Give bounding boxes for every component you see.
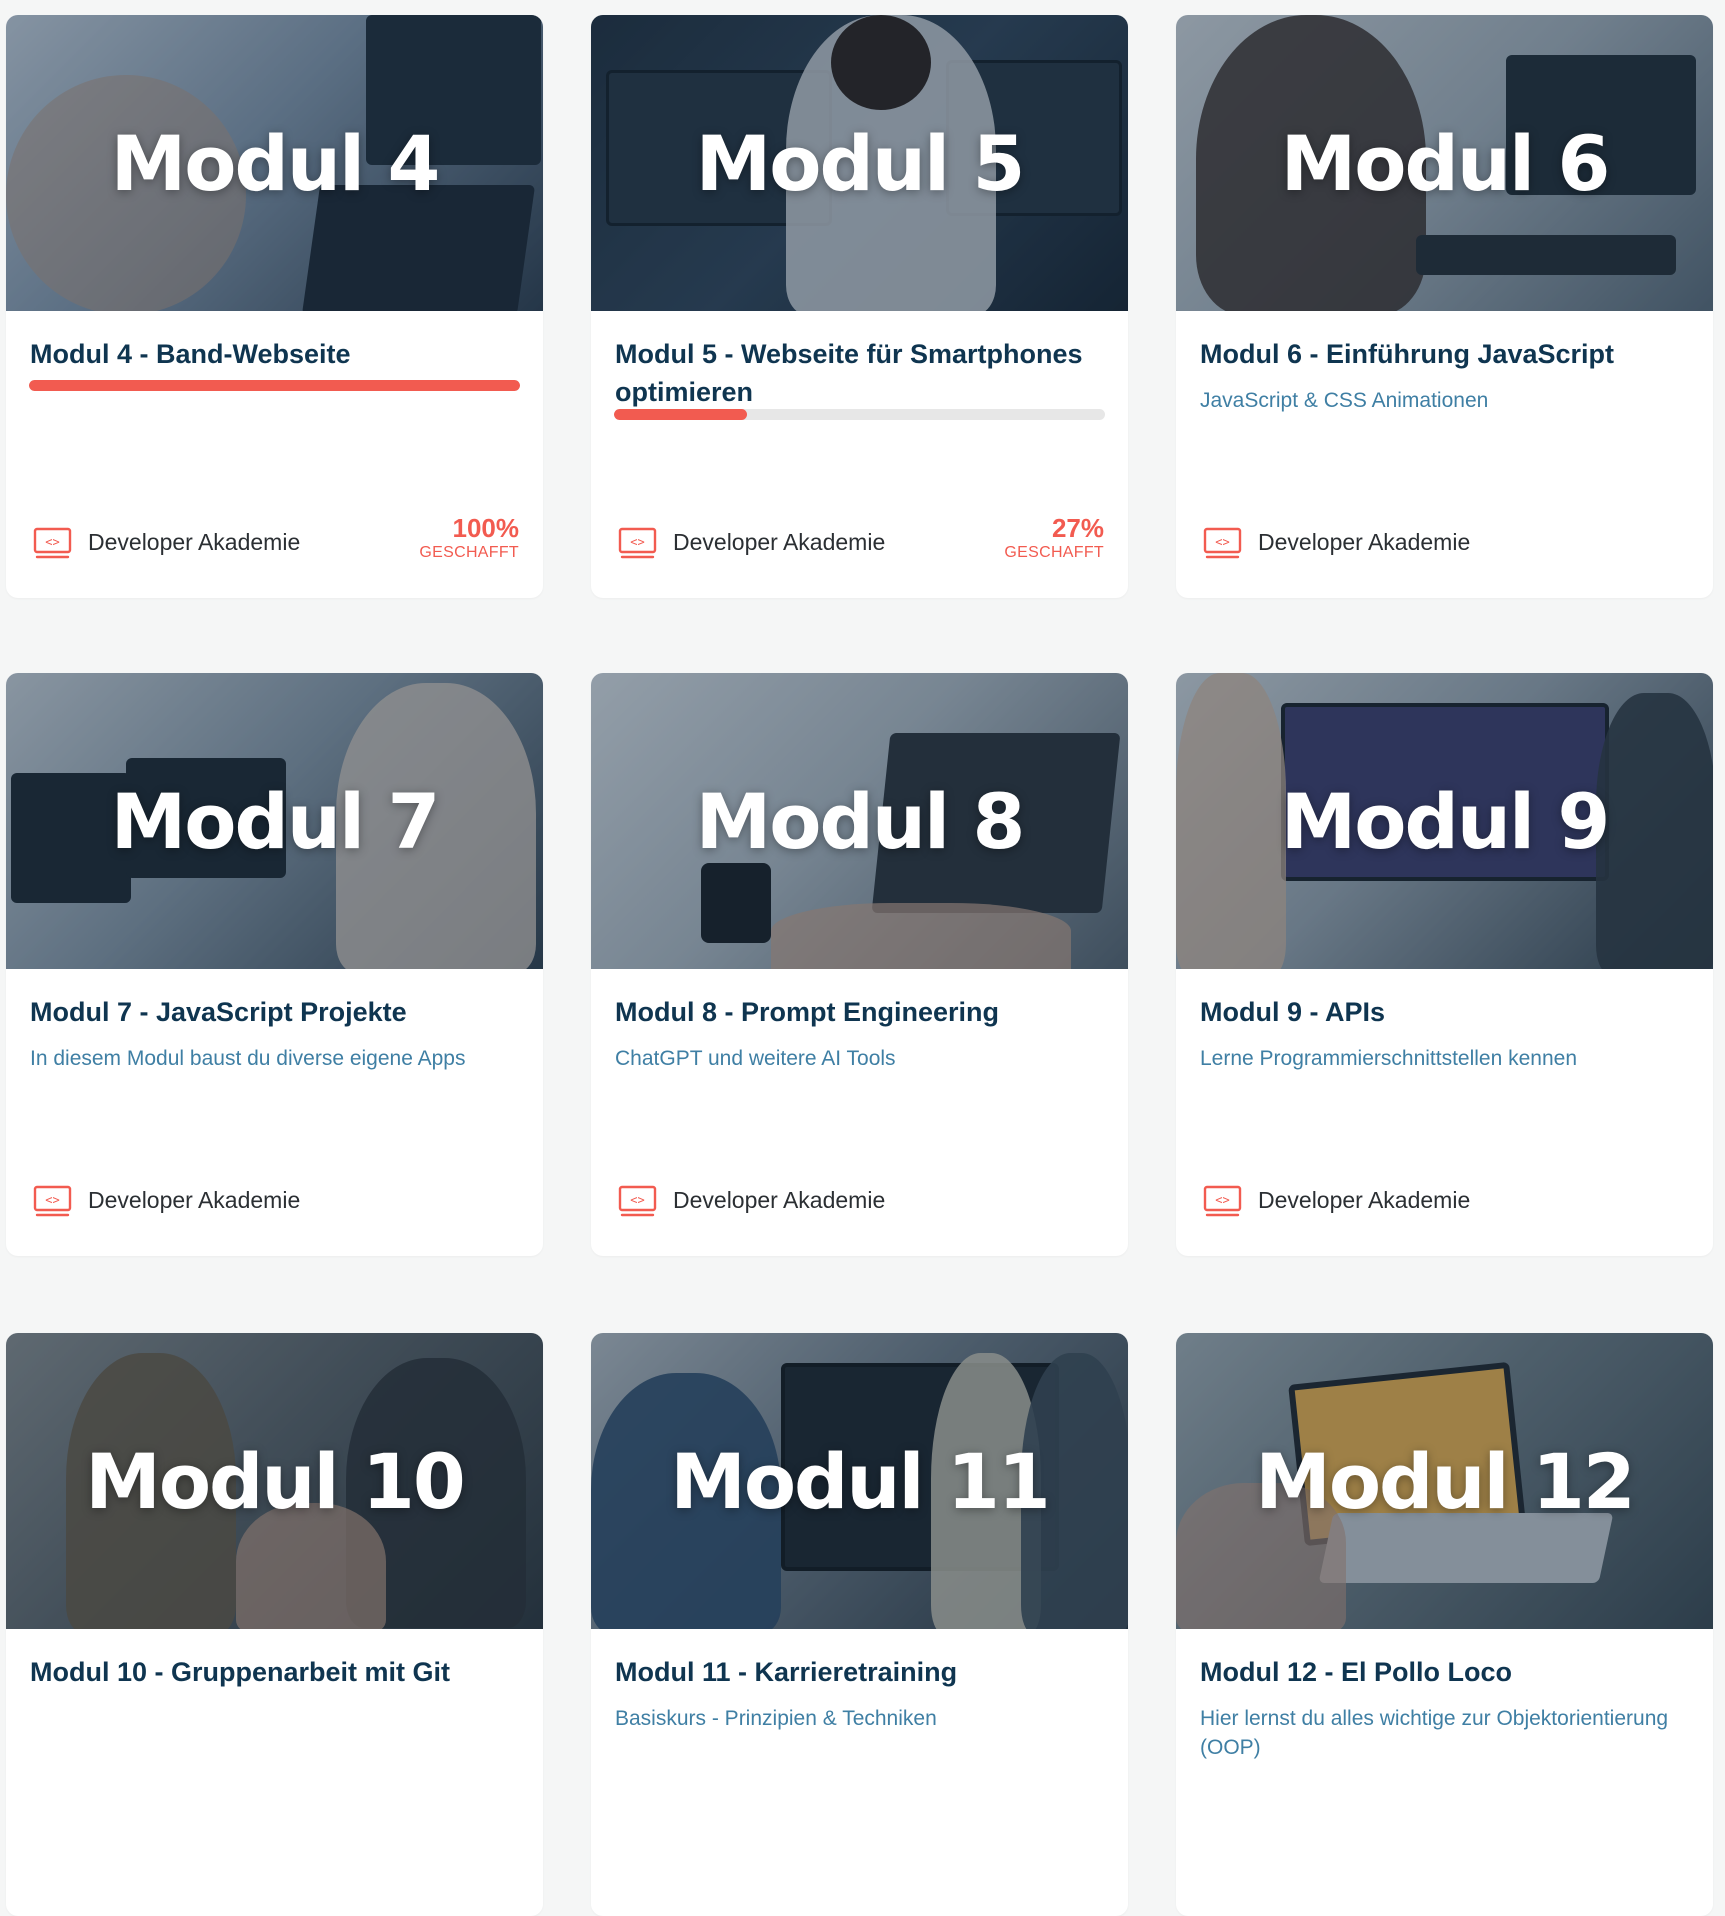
academy-label: Developer Akademie bbox=[1258, 529, 1471, 555]
module-thumbnail: Modul 4 bbox=[6, 15, 543, 311]
module-title[interactable]: Modul 4 - Band-Webseite bbox=[30, 335, 519, 373]
module-thumbnail-title: Modul 4 bbox=[110, 118, 441, 208]
academy-label: Developer Akademie bbox=[88, 529, 301, 555]
svg-text:<>: <> bbox=[1215, 535, 1229, 549]
svg-text:<>: <> bbox=[45, 535, 59, 549]
developer-akademie-code-icon: <> bbox=[1203, 527, 1242, 559]
module-subtitle: Lerne Programmierschnittstellen kennen bbox=[1200, 1047, 1578, 1070]
module-thumbnail-title: Modul 8 bbox=[695, 776, 1026, 866]
progress-bar-fill bbox=[29, 380, 520, 391]
module-card-8[interactable]: Modul 8 Modul 8 - Prompt Engineering Cha… bbox=[591, 673, 1128, 1256]
module-card-4[interactable]: Modul 4 Modul 4 - Band-Webseite <> Devel… bbox=[6, 15, 543, 598]
developer-akademie-code-icon: <> bbox=[33, 1185, 72, 1217]
svg-text:<>: <> bbox=[630, 1193, 644, 1207]
progress-bar bbox=[29, 380, 520, 391]
svg-text:<>: <> bbox=[1215, 1193, 1229, 1207]
module-title[interactable]: Modul 5 - Webseite für Smartphones optim… bbox=[615, 335, 1104, 411]
module-grid: Modul 4 Modul 4 - Band-Webseite <> Devel… bbox=[0, 0, 1725, 1916]
progress-word: GESCHAFFT bbox=[1004, 544, 1104, 561]
module-subtitle: JavaScript & CSS Animationen bbox=[1200, 389, 1489, 412]
module-title[interactable]: Modul 7 - JavaScript Projekte bbox=[30, 993, 519, 1031]
card-footer: <> Developer Akademie bbox=[1200, 1171, 1689, 1229]
module-thumbnail-title: Modul 12 bbox=[1255, 1436, 1636, 1526]
module-thumbnail-title: Modul 5 bbox=[695, 118, 1026, 208]
module-thumbnail: Modul 6 bbox=[1176, 15, 1713, 311]
module-subtitle: Hier lernst du alles wichtige zur Objekt… bbox=[1200, 1707, 1669, 1759]
module-card-11[interactable]: Modul 11 Modul 11 - Karrieretraining Bas… bbox=[591, 1333, 1128, 1916]
developer-akademie-code-icon: <> bbox=[618, 527, 657, 559]
progress-status: 27% GESCHAFFT bbox=[1004, 513, 1104, 563]
academy-label: Developer Akademie bbox=[88, 1187, 301, 1213]
module-card-12[interactable]: Modul 12 Modul 12 - El Pollo Loco Hier l… bbox=[1176, 1333, 1713, 1916]
progress-word: GESCHAFFT bbox=[419, 544, 519, 561]
progress-percent: 100% bbox=[452, 513, 520, 543]
module-thumbnail: Modul 11 bbox=[591, 1333, 1128, 1629]
module-card-6[interactable]: Modul 6 Modul 6 - Einführung JavaScript … bbox=[1176, 15, 1713, 598]
module-thumbnail-title: Modul 11 bbox=[670, 1436, 1051, 1526]
card-footer: <> Developer Akademie bbox=[1200, 513, 1689, 571]
progress-bar-fill bbox=[614, 409, 747, 420]
module-title[interactable]: Modul 12 - El Pollo Loco bbox=[1200, 1653, 1689, 1691]
module-thumbnail-title: Modul 6 bbox=[1280, 118, 1611, 208]
module-thumbnail: Modul 10 bbox=[6, 1333, 543, 1629]
module-subtitle: Basiskurs - Prinzipien & Techniken bbox=[615, 1707, 937, 1730]
progress-bar bbox=[614, 409, 1105, 420]
progress-status: 100% GESCHAFFT bbox=[419, 513, 519, 563]
module-subtitle: In diesem Modul baust du diverse eigene … bbox=[30, 1047, 466, 1070]
module-thumbnail: Modul 7 bbox=[6, 673, 543, 969]
module-thumbnail-title: Modul 10 bbox=[85, 1436, 466, 1526]
module-title[interactable]: Modul 8 - Prompt Engineering bbox=[615, 993, 1104, 1031]
academy-label: Developer Akademie bbox=[673, 1187, 886, 1213]
card-footer: <> Developer Akademie bbox=[615, 1171, 1104, 1229]
module-title[interactable]: Modul 10 - Gruppenarbeit mit Git bbox=[30, 1653, 519, 1691]
progress-percent: 27% bbox=[1051, 513, 1104, 543]
card-footer: <> Developer Akademie 100% GESCHAFFT bbox=[30, 513, 519, 571]
developer-akademie-code-icon: <> bbox=[618, 1185, 657, 1217]
academy-label: Developer Akademie bbox=[673, 529, 886, 555]
module-card-5[interactable]: Modul 5 Modul 5 - Webseite für Smartphon… bbox=[591, 15, 1128, 598]
module-card-7[interactable]: Modul 7 Modul 7 - JavaScript Projekte In… bbox=[6, 673, 543, 1256]
module-thumbnail: Modul 12 bbox=[1176, 1333, 1713, 1629]
module-title[interactable]: Modul 9 - APIs bbox=[1200, 993, 1689, 1031]
module-thumbnail: Modul 9 bbox=[1176, 673, 1713, 969]
module-title[interactable]: Modul 11 - Karrieretraining bbox=[615, 1653, 1104, 1691]
card-footer: <> Developer Akademie bbox=[30, 1171, 519, 1229]
developer-akademie-code-icon: <> bbox=[1203, 1185, 1242, 1217]
module-thumbnail-title: Modul 9 bbox=[1280, 776, 1611, 866]
developer-akademie-code-icon: <> bbox=[33, 527, 72, 559]
module-card-10[interactable]: Modul 10 Modul 10 - Gruppenarbeit mit Gi… bbox=[6, 1333, 543, 1916]
module-title[interactable]: Modul 6 - Einführung JavaScript bbox=[1200, 335, 1689, 373]
module-thumbnail-title: Modul 7 bbox=[110, 776, 441, 866]
svg-text:<>: <> bbox=[630, 535, 644, 549]
module-thumbnail: Modul 8 bbox=[591, 673, 1128, 969]
module-subtitle: ChatGPT und weitere AI Tools bbox=[615, 1047, 896, 1070]
svg-text:<>: <> bbox=[45, 1193, 59, 1207]
module-card-9[interactable]: Modul 9 Modul 9 - APIs Lerne Programmier… bbox=[1176, 673, 1713, 1256]
module-thumbnail: Modul 5 bbox=[591, 15, 1128, 311]
card-footer: <> Developer Akademie 27% GESCHAFFT bbox=[615, 513, 1104, 571]
academy-label: Developer Akademie bbox=[1258, 1187, 1471, 1213]
